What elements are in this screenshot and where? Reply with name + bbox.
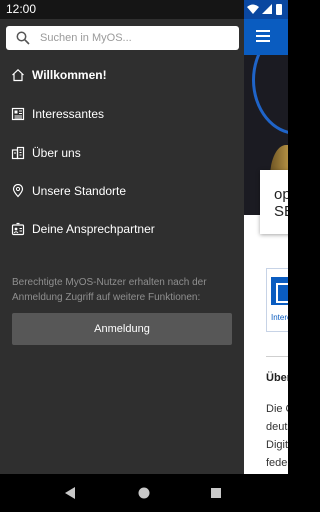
back-icon[interactable]	[62, 485, 78, 501]
body-text-line: Digit	[266, 439, 288, 451]
status-bar: 12:00	[0, 0, 244, 19]
signal-icon	[262, 4, 272, 14]
home-icon	[12, 68, 24, 82]
card-line: SE	[274, 203, 288, 220]
body-text-line: feder	[266, 457, 288, 469]
menu-item-label: Deine Ansprechpartner	[32, 222, 155, 236]
menu-item-standorte[interactable]: Unsere Standorte	[0, 175, 244, 209]
wifi-icon	[247, 4, 259, 14]
navigation-drawer: 12:00 Willkommen! Interessantes	[0, 0, 244, 474]
login-hint-text: Berechtigte MyOS-Nutzer erhalten nach de…	[12, 277, 207, 303]
hero-caption-card[interactable]: op SE	[260, 170, 288, 234]
menu-item-label: Interessantes	[32, 107, 105, 121]
hamburger-menu-icon[interactable]	[256, 30, 270, 42]
menu-item-label: Willkommen!	[32, 68, 107, 82]
menu-item-label: Über uns	[32, 146, 81, 160]
search-icon	[16, 31, 30, 45]
home-button-icon[interactable]	[136, 485, 152, 501]
menu-item-interessantes[interactable]: Interessantes	[0, 98, 244, 132]
section-divider	[266, 356, 288, 357]
menu-item-willkommen[interactable]: Willkommen!	[0, 59, 244, 93]
menu-item-ansprechpartner[interactable]: Deine Ansprechpartner	[0, 213, 244, 247]
tile-label: Intere	[271, 313, 288, 322]
battery-icon	[276, 4, 282, 15]
body-text-line: Die O	[266, 403, 288, 415]
status-clock: 12:00	[6, 2, 37, 16]
card-line: op	[274, 186, 288, 203]
menu-item-label: Unsere Standorte	[32, 184, 127, 198]
search-bar[interactable]	[6, 26, 239, 50]
app-status-bar	[244, 0, 288, 19]
interessantes-tile[interactable]: Intere	[266, 268, 288, 332]
search-input[interactable]	[40, 29, 230, 47]
hero-image-ring	[252, 55, 288, 135]
news-tile-icon	[271, 277, 288, 305]
contacts-icon	[11, 222, 25, 236]
menu-item-ueber-uns[interactable]: Über uns	[0, 137, 244, 171]
body-text-line: deuts	[266, 421, 288, 433]
login-button[interactable]: Anmeldung	[12, 313, 232, 345]
background-app: ‹ op SE Intere Über Die O deuts Digit fe…	[244, 0, 288, 474]
news-icon	[11, 107, 25, 121]
building-icon	[11, 146, 25, 160]
map-pin-icon	[12, 184, 24, 198]
section-title: Über	[266, 372, 288, 384]
status-icons	[247, 4, 282, 15]
recents-icon[interactable]	[208, 485, 224, 501]
system-navigation-bar	[0, 474, 288, 512]
